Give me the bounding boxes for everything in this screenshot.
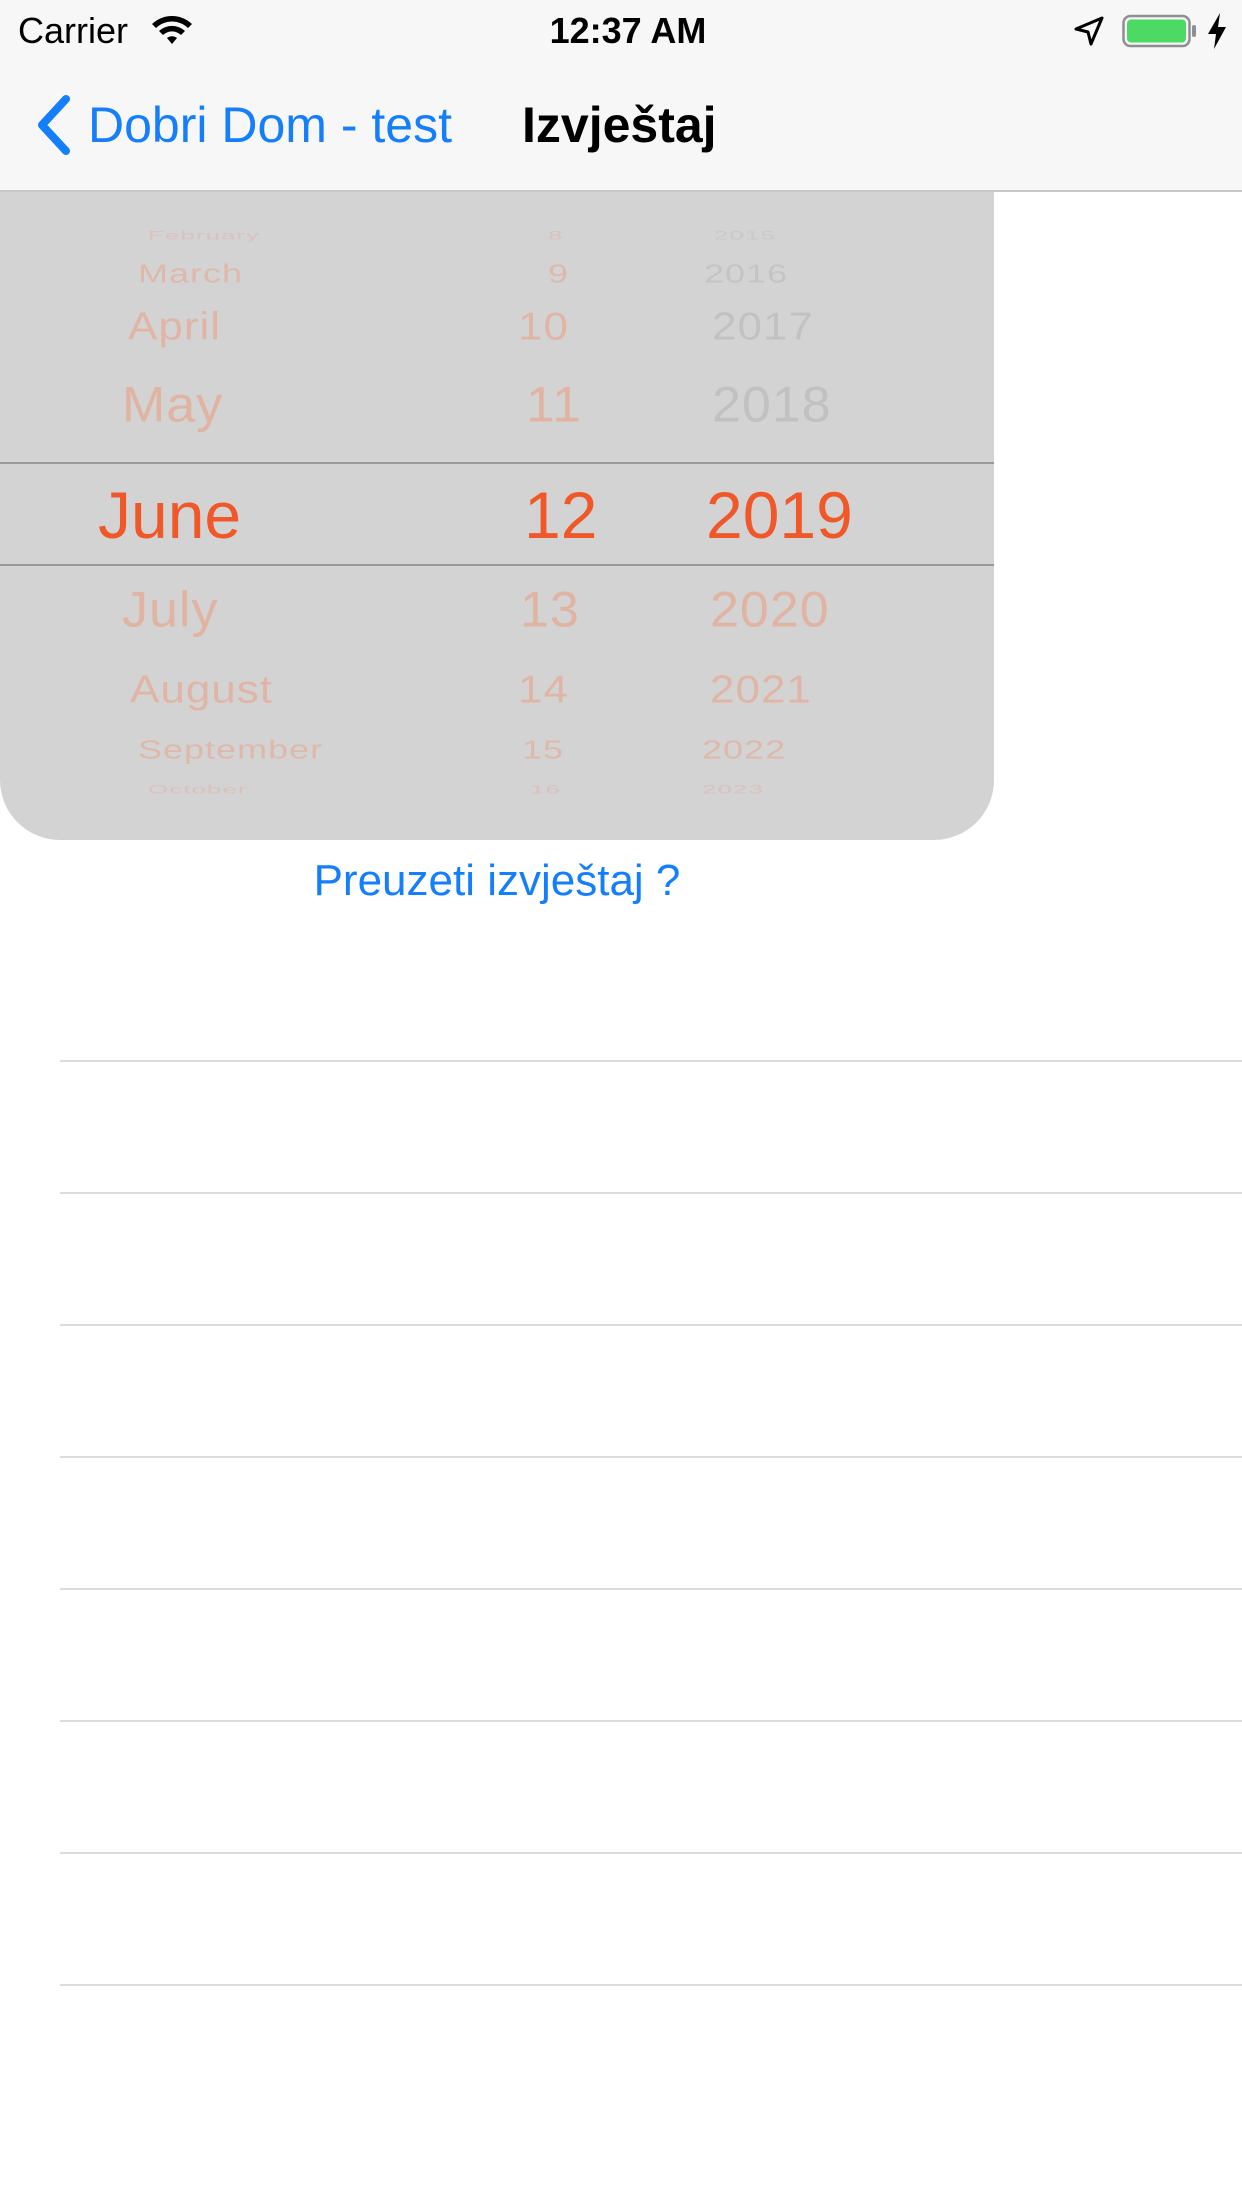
picker-year-item[interactable]: 2016 [704, 258, 788, 289]
picker-year-item[interactable]: 2023 [702, 783, 764, 797]
picker-day-item[interactable]: 14 [518, 667, 569, 713]
page-title: Izvještaj [522, 97, 717, 153]
picker-month-item[interactable]: October [148, 783, 248, 797]
picker-month-item-selected[interactable]: June [98, 476, 241, 555]
picker-year-item[interactable]: 2018 [712, 375, 832, 435]
day-wheel[interactable]: 8 9 10 11 12 13 14 15 16 [460, 192, 680, 840]
picker-day-item-selected[interactable]: 12 [524, 476, 597, 555]
status-time: 12:37 AM [549, 10, 707, 51]
download-report-button[interactable]: Preuzeti izvještaj ? [0, 856, 994, 906]
battery-icon [1122, 14, 1196, 48]
picker-month-item[interactable]: February [148, 229, 260, 243]
picker-year-item[interactable]: 2015 [714, 229, 776, 243]
date-picker[interactable]: February March April May June July August Septe… [0, 192, 994, 840]
location-arrow-icon [1074, 16, 1104, 46]
picker-year-item[interactable]: 2020 [710, 580, 830, 640]
table-row[interactable] [60, 1588, 1242, 1720]
picker-day-item[interactable]: 15 [522, 734, 564, 765]
picker-day-item[interactable]: 10 [518, 304, 569, 350]
table-row[interactable] [60, 1852, 1242, 1984]
picker-day-item[interactable]: 8 [548, 229, 563, 243]
table-row[interactable] [60, 1192, 1242, 1324]
picker-day-item[interactable]: 16 [530, 783, 561, 797]
month-wheel[interactable]: February March April May June July August Septe… [0, 192, 460, 840]
picker-day-item[interactable]: 11 [526, 375, 582, 435]
screen: Carrier 12:37 AM Dobri Dom - test Izvješ… [0, 0, 1242, 2208]
table-row[interactable] [60, 1060, 1242, 1192]
picker-month-item[interactable]: April [128, 304, 221, 350]
picker-year-item[interactable]: 2022 [702, 734, 786, 765]
picker-month-item[interactable]: September [138, 734, 323, 765]
picker-month-item[interactable]: August [130, 667, 273, 713]
charging-bolt-icon [1208, 13, 1226, 49]
status-bar: Carrier 12:37 AM [0, 0, 1242, 60]
picker-day-item[interactable]: 13 [520, 580, 580, 640]
table-row[interactable] [60, 1984, 1242, 2116]
table-row[interactable] [60, 1456, 1242, 1588]
navigation-bar: Dobri Dom - test Izvještaj [0, 60, 1242, 192]
table-row[interactable] [60, 1324, 1242, 1456]
picker-month-item[interactable]: May [122, 375, 223, 435]
back-button-label: Dobri Dom - test [88, 97, 452, 153]
back-button[interactable]: Dobri Dom - test [34, 90, 452, 160]
picker-month-item[interactable]: March [138, 258, 243, 289]
picker-year-item-selected[interactable]: 2019 [706, 476, 853, 555]
year-wheel[interactable]: 2015 2016 2017 2018 2019 2020 2021 2022 2023 [680, 192, 994, 840]
picker-day-item[interactable]: 9 [548, 258, 569, 289]
picker-year-item[interactable]: 2021 [710, 667, 812, 713]
picker-year-item[interactable]: 2017 [712, 304, 814, 350]
chevron-left-icon [38, 95, 70, 155]
picker-month-item[interactable]: July [122, 580, 218, 640]
table-row[interactable] [60, 1720, 1242, 1852]
